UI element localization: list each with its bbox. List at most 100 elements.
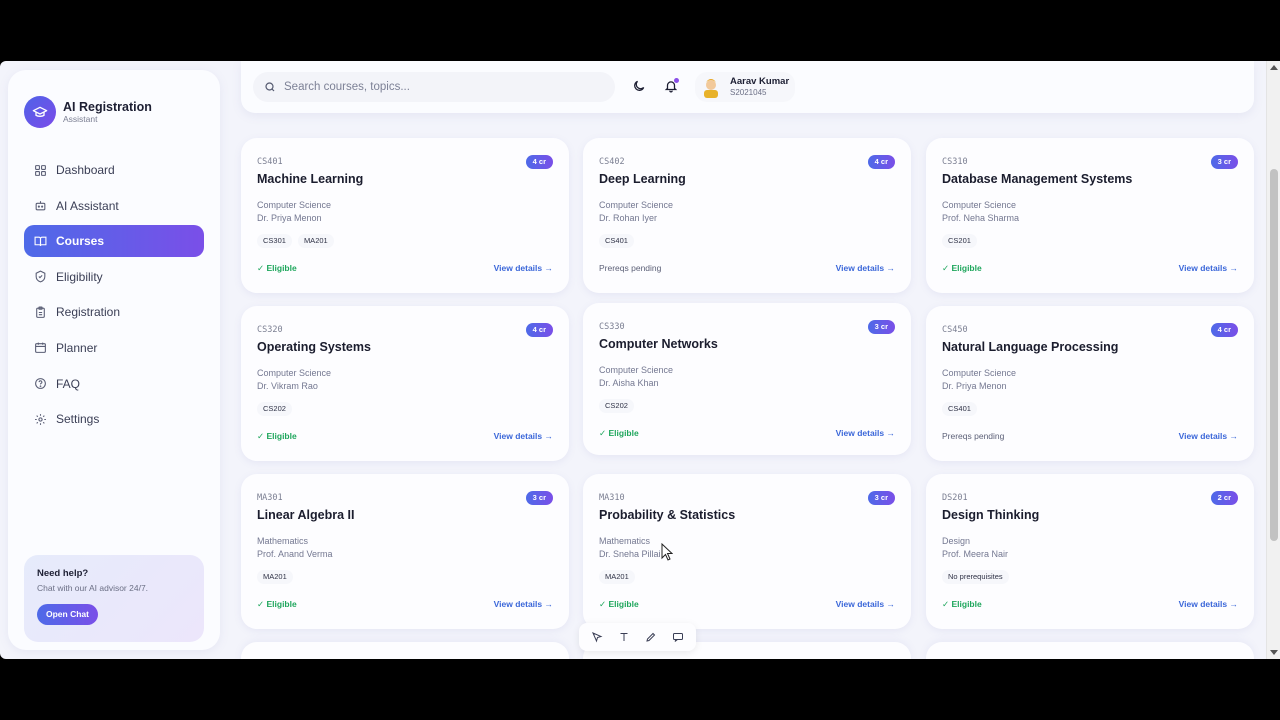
eligibility-status: ✓ Eligible — [942, 599, 982, 609]
view-details-link[interactable]: View details → — [494, 599, 553, 609]
eligibility-status: ✓ Eligible — [599, 428, 639, 438]
sidebar-item-registration[interactable]: Registration — [24, 296, 204, 328]
course-title: Linear Algebra II — [257, 508, 355, 522]
eligibility-status: Prereqs pending — [942, 431, 1005, 441]
course-card[interactable]: MA310 3 cr Probability & Statistics Math… — [583, 474, 911, 629]
theme-toggle-button[interactable] — [631, 78, 647, 94]
user-profile[interactable]: Aarav Kumar S2021045 — [695, 72, 795, 102]
credits-badge: 3 cr — [867, 491, 895, 505]
course-card[interactable]: MA301 3 cr Linear Algebra II Mathematics… — [241, 474, 569, 629]
brand-subtitle: Assistant — [63, 113, 98, 124]
course-card[interactable]: CS310 3 cr Database Management Systems C… — [926, 138, 1254, 293]
help-title: Need help? — [37, 568, 89, 579]
open-chat-button[interactable]: Open Chat — [37, 604, 98, 625]
view-details-link[interactable]: View details → — [1179, 431, 1238, 441]
course-code: CS330 — [599, 322, 625, 332]
scrollbar[interactable] — [1266, 61, 1280, 659]
brand: AI Registration Assistant — [24, 96, 152, 128]
view-details-link[interactable]: View details → — [1179, 263, 1238, 273]
course-instructor: Prof. Anand Verma — [257, 549, 333, 559]
course-card[interactable]: CS450 4 cr Natural Language Processing C… — [926, 306, 1254, 461]
sidebar-item-ai-assistant[interactable]: AI Assistant — [24, 190, 204, 222]
view-details-link[interactable]: View details → — [494, 431, 553, 441]
course-code: CS401 — [257, 157, 283, 167]
prereq-tags: CS202 — [599, 399, 640, 413]
course-code: DS201 — [942, 493, 968, 503]
course-department: Computer Science — [599, 200, 674, 210]
course-code: MA301 — [257, 493, 283, 503]
scroll-down-arrow-icon[interactable] — [1270, 650, 1278, 655]
book-icon — [34, 235, 47, 248]
eligibility-status: ✓ Eligible — [942, 263, 982, 273]
top-bar: Aarav Kumar S2021045 — [241, 61, 1254, 113]
search-input[interactable] — [284, 81, 584, 93]
course-card[interactable]: CS320 4 cr Operating Systems Computer Sc… — [241, 306, 569, 461]
course-card[interactable]: CS330 3 cr Computer Networks Computer Sc… — [583, 303, 911, 455]
gear-icon — [34, 413, 47, 426]
sidebar-item-courses[interactable]: Courses — [24, 225, 204, 258]
course-card[interactable]: CS401 4 cr Machine Learning Computer Sci… — [241, 138, 569, 293]
course-department: Computer Science — [599, 365, 674, 375]
view-details-link[interactable]: View details → — [1179, 599, 1238, 609]
course-instructor: Prof. Neha Sharma — [942, 213, 1020, 223]
credits-badge: 3 cr — [867, 320, 895, 334]
prereq-tags: CS401 — [942, 402, 983, 416]
sidebar-item-eligibility[interactable]: Eligibility — [24, 261, 204, 293]
course-title: Natural Language Processing — [942, 340, 1119, 354]
prereq-tags: CS401 — [599, 234, 640, 248]
prereq-tag: CS202 — [599, 399, 634, 413]
app-viewport: AI Registration Assistant Dashboard AI A… — [0, 61, 1280, 659]
course-instructor: Dr. Priya Menon — [942, 381, 1007, 391]
prereq-tag: No prerequisites — [942, 570, 1009, 584]
course-card[interactable]: CS402 4 cr Deep Learning Computer Scienc… — [583, 138, 911, 293]
sidebar-item-planner[interactable]: Planner — [24, 332, 204, 364]
text-icon[interactable] — [616, 629, 632, 645]
notifications-button[interactable] — [663, 78, 679, 94]
course-instructor: Dr. Priya Menon — [257, 213, 322, 223]
comment-icon[interactable] — [670, 629, 686, 645]
course-department: Computer Science — [942, 200, 1017, 210]
search-icon — [265, 82, 275, 92]
prereq-tag: MA201 — [257, 570, 293, 584]
course-department: Mathematics — [599, 536, 651, 546]
help-card: Need help? Chat with our AI advisor 24/7… — [24, 555, 204, 642]
sidebar-nav: Dashboard AI Assistant Courses Eligibili… — [24, 154, 204, 439]
eligibility-status: Prereqs pending — [599, 263, 662, 273]
sidebar-item-faq[interactable]: FAQ — [24, 368, 204, 400]
view-details-link[interactable]: View details → — [494, 263, 553, 273]
credits-badge: 3 cr — [1210, 155, 1238, 169]
view-details-link[interactable]: View details → — [836, 263, 895, 273]
view-details-link[interactable]: View details → — [836, 428, 895, 438]
sidebar-item-label: Registration — [56, 305, 121, 320]
sidebar-item-settings[interactable]: Settings — [24, 403, 204, 435]
calendar-icon — [34, 341, 47, 354]
course-department: Design — [942, 536, 971, 546]
scroll-thumb[interactable] — [1270, 169, 1278, 541]
prereq-tag: CS401 — [599, 234, 634, 248]
view-details-link[interactable]: View details → — [836, 599, 895, 609]
course-department: Computer Science — [257, 368, 332, 378]
prereq-tags: CS201 — [942, 234, 983, 248]
course-card-partial[interactable] — [241, 642, 569, 659]
pen-icon[interactable] — [643, 629, 659, 645]
prereq-tags: CS301 MA201 — [257, 234, 340, 248]
course-title: Deep Learning — [599, 172, 686, 186]
course-code: CS320 — [257, 325, 283, 335]
floating-toolbar — [579, 623, 696, 651]
credits-badge: 4 cr — [525, 155, 553, 169]
sidebar-item-dashboard[interactable]: Dashboard — [24, 154, 204, 186]
course-instructor: Dr. Vikram Rao — [257, 381, 318, 391]
scroll-up-arrow-icon[interactable] — [1270, 65, 1278, 70]
course-code: MA310 — [599, 493, 625, 503]
prereq-tag: MA201 — [297, 234, 334, 248]
prereq-tag: MA201 — [599, 570, 635, 584]
course-card-partial[interactable] — [926, 642, 1254, 659]
course-code: CS310 — [942, 157, 968, 167]
sidebar-item-label: Courses — [56, 234, 105, 249]
course-code: CS450 — [942, 325, 968, 335]
notification-dot — [674, 78, 679, 83]
course-card[interactable]: DS201 2 cr Design Thinking Design Prof. … — [926, 474, 1254, 629]
select-icon[interactable] — [589, 629, 605, 645]
graduation-cap-icon — [24, 96, 56, 128]
prereq-tags: No prerequisites — [942, 570, 1015, 584]
